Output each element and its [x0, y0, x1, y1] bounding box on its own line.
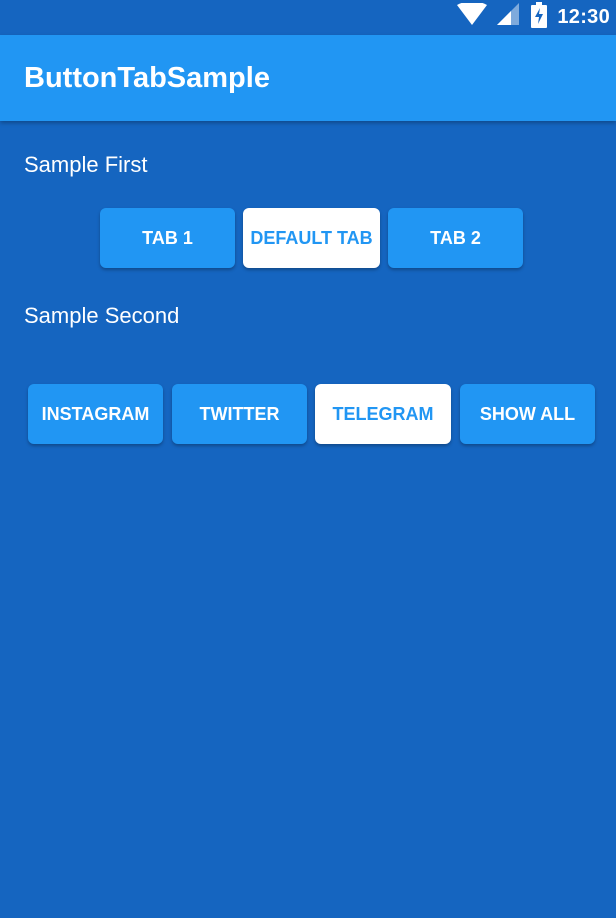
default-tab-button[interactable]: DEFAULT TAB	[243, 208, 380, 268]
section-first-label: Sample First	[24, 152, 148, 177]
wifi-icon	[457, 1, 488, 32]
battery-charging-icon	[531, 2, 548, 33]
status-time: 12:30	[557, 6, 610, 28]
app-bar: ButtonTabSample	[0, 35, 616, 121]
signal-icon	[497, 3, 521, 32]
tab-1-button[interactable]: TAB 1	[100, 208, 235, 268]
tab-2-button[interactable]: TAB 2	[388, 208, 523, 268]
status-bar: 12:30	[0, 0, 616, 35]
section-second-label: Sample Second	[24, 303, 180, 328]
status-icons: 12:30	[457, 0, 610, 35]
tab-group-first: TAB 1 DEFAULT TAB TAB 2	[0, 208, 616, 270]
instagram-tab-button[interactable]: INSTAGRAM	[28, 384, 163, 444]
show-all-tab-button[interactable]: SHOW ALL	[460, 384, 595, 444]
twitter-tab-button[interactable]: TWITTER	[172, 384, 307, 444]
tab-group-second: INSTAGRAM TWITTER TELEGRAM SHOW ALL	[0, 384, 616, 446]
app-title: ButtonTabSample	[24, 62, 270, 94]
telegram-tab-button[interactable]: TELEGRAM	[315, 384, 451, 444]
